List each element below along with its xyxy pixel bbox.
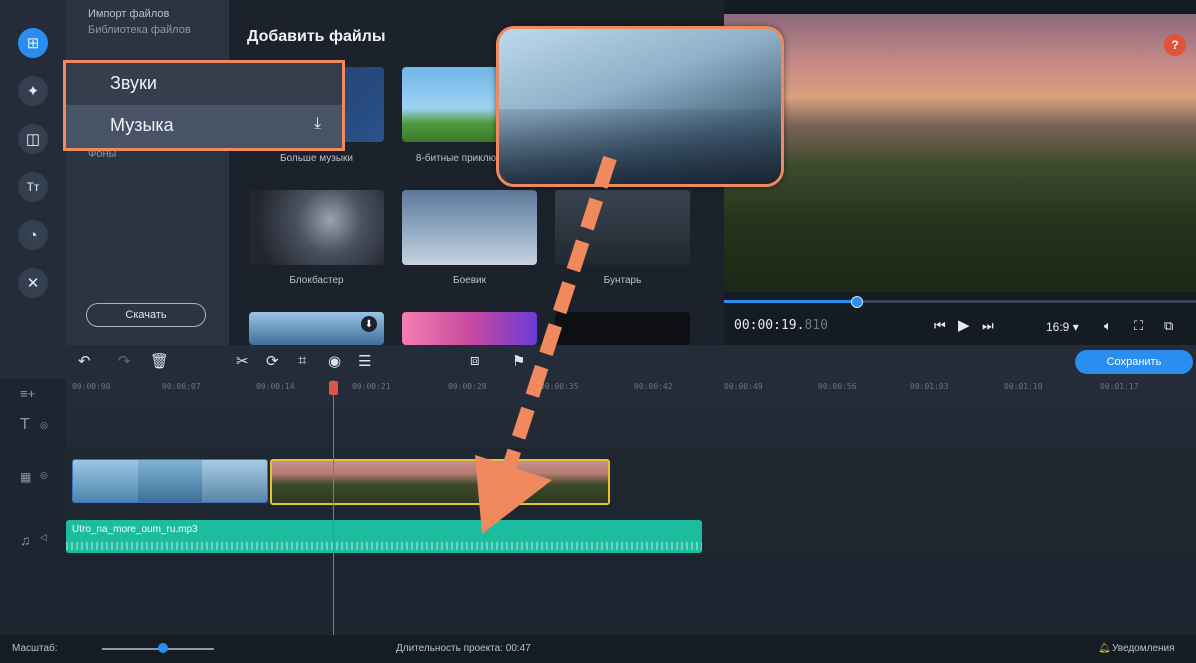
clip-frame — [202, 460, 267, 502]
playhead-handle[interactable] — [329, 381, 338, 395]
tile-blockbuster[interactable] — [249, 190, 384, 265]
ruler-tick: 00:00:07 — [162, 382, 201, 391]
category-import[interactable]: Импорт файлов — [88, 8, 169, 20]
timecode: 00:00:19.810 — [734, 318, 828, 333]
bell-icon[interactable]: 🔔︎ — [1098, 643, 1111, 654]
add-track-icon[interactable]: ≡+ — [20, 386, 35, 401]
aspect-ratio-select[interactable]: 16:9 ▾ — [1046, 320, 1079, 334]
ruler-tick: 00:01:03 — [910, 382, 949, 391]
download-icon[interactable]: ⤓ — [314, 115, 321, 133]
ruler-tick: 00:00:21 — [352, 382, 391, 391]
skip-forward-icon[interactable]: ⏭ — [982, 318, 994, 334]
detach-icon[interactable]: ⧉ — [1164, 318, 1173, 334]
zoom-slider-knob[interactable] — [158, 643, 168, 653]
transition-icon[interactable]: ◫ — [18, 124, 48, 154]
save-button[interactable]: Сохранить — [1075, 350, 1193, 374]
category-dropdown: Звуки Музыка ⤓ — [63, 60, 345, 151]
audio-waveform — [66, 542, 702, 550]
visibility-icon[interactable]: ◎ — [40, 420, 48, 431]
project-duration: Длительность проекта: 00:47 — [396, 643, 531, 654]
playback-progress-fill — [724, 300, 857, 303]
download-button[interactable]: Скачать — [86, 303, 206, 327]
play-icon[interactable]: ▶ — [958, 316, 970, 334]
clip-frame — [137, 460, 203, 502]
tool-sidebar: ⊞ ✦ ◫ Tт ◔ ✕ — [0, 0, 66, 345]
rotate-icon[interactable]: ⟳ — [266, 352, 279, 370]
menu-item-sounds[interactable]: Звуки — [66, 63, 342, 105]
video-clip-beach[interactable] — [72, 459, 268, 503]
undo-icon[interactable]: ↶ — [78, 352, 91, 370]
menu-item-label: Музыка — [110, 115, 174, 135]
tile-label: Больше музыки — [279, 153, 354, 164]
download-icon[interactable]: ⬇ — [361, 316, 377, 332]
video-preview — [724, 14, 1196, 292]
page-title: Добавить файлы — [247, 28, 386, 45]
visibility-icon[interactable]: ◎ — [40, 470, 48, 481]
menu-item-music[interactable]: Музыка ⤓ — [66, 105, 342, 148]
scale-label: Масштаб: — [12, 643, 58, 654]
magic-wand-icon[interactable]: ✦ — [18, 76, 48, 106]
crop-icon[interactable]: ⌗ — [298, 352, 306, 369]
category-panel: Импорт файлов Библиотека файлов Фоны Ска… — [66, 0, 229, 345]
help-button[interactable]: ? — [1164, 34, 1186, 56]
cut-icon[interactable]: ✂ — [236, 352, 249, 370]
ruler-tick: 00:00:56 — [818, 382, 857, 391]
tools-icon[interactable]: ✕ — [18, 268, 48, 298]
timecode-ms: 810 — [804, 318, 828, 333]
playback-progress-knob[interactable] — [851, 296, 864, 308]
properties-icon[interactable]: ☰ — [358, 352, 371, 370]
ruler-tick: 00:00:00 — [72, 382, 111, 391]
delete-icon[interactable]: 🗑︎ — [150, 352, 169, 370]
tile-label: Блокбастер — [289, 275, 344, 286]
stickers-icon[interactable]: ◔ — [18, 220, 48, 250]
timecode-main: 00:00:19. — [734, 318, 805, 333]
category-library[interactable]: Библиотека файлов — [88, 24, 191, 36]
redo-icon[interactable]: ↷ — [118, 352, 131, 370]
audio-clip-name: Utro_na_more_oum_ru.mp3 — [72, 524, 198, 535]
text-track-icon: T — [20, 416, 30, 433]
skip-back-icon[interactable]: ⏮ — [934, 318, 946, 334]
titles-icon[interactable]: Tт — [18, 172, 48, 202]
ruler-tick: 00:00:14 — [256, 382, 295, 391]
menu-item-label: Звуки — [110, 73, 157, 93]
playhead-line — [333, 380, 334, 635]
color-adjust-icon[interactable]: ◉ — [328, 352, 341, 370]
fullscreen-icon[interactable]: ⛶ — [1134, 318, 1143, 334]
ruler-tick: 00:01:10 — [1004, 382, 1043, 391]
video-track-icon: ▦ — [20, 470, 32, 484]
ruler-tick: 00:01:17 — [1100, 382, 1139, 391]
mute-icon[interactable]: ◁ — [40, 532, 47, 543]
music-track-icon: ♫ — [20, 532, 31, 548]
notifications-link[interactable]: Уведомления — [1112, 643, 1175, 654]
ruler-tick: 00:00:49 — [724, 382, 763, 391]
volume-icon[interactable]: 🔈︎ — [1104, 318, 1112, 334]
clip-frame — [73, 460, 138, 502]
drag-arrow — [475, 155, 617, 534]
preview-panel: ? 00:00:19.810 ⏮ ▶ ⏭ 16:9 ▾ 🔈︎ ⛶ ⧉ — [724, 0, 1196, 345]
import-icon[interactable]: ⊞ — [18, 28, 48, 58]
